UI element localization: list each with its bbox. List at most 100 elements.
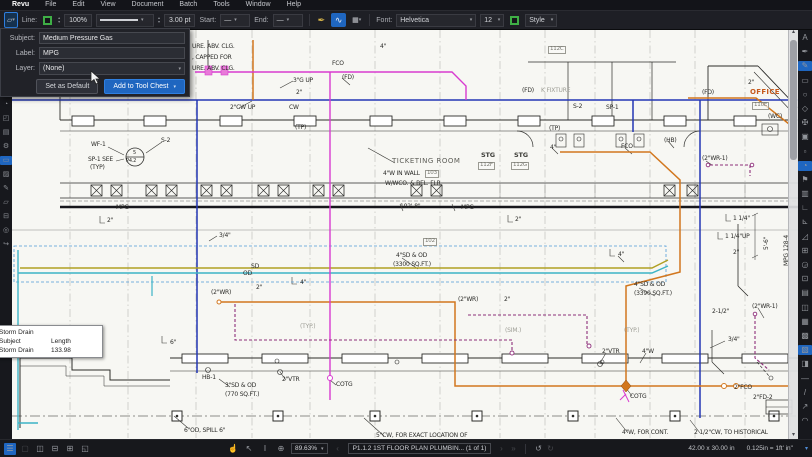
- markup-list-toggle-icon[interactable]: ☰: [4, 442, 16, 455]
- image-tool-icon[interactable]: ▣: [798, 132, 812, 142]
- menu-view[interactable]: View: [92, 0, 123, 10]
- print-icon[interactable]: ⊟: [0, 212, 12, 221]
- opacity-value[interactable]: 100%: [64, 13, 93, 27]
- previous-page-icon[interactable]: ‹: [332, 443, 344, 455]
- current-page-label[interactable]: P1.1.2 1ST FLOOR PLAN PLUMBIN... (1 of 1…: [347, 443, 492, 454]
- volume-tool-icon[interactable]: ▧: [798, 345, 812, 356]
- pen-tool-icon[interactable]: ✒: [798, 47, 812, 57]
- line-width-value[interactable]: 3.00 pt: [164, 13, 196, 27]
- search-icon[interactable]: ◎: [0, 226, 12, 235]
- add-to-tool-chest-button[interactable]: Add to Tool Chest ▾: [104, 79, 185, 94]
- bookmarks-icon[interactable]: ▤: [0, 128, 12, 137]
- markup-list-icon[interactable]: ▨: [0, 170, 12, 179]
- settings-icon[interactable]: ⚙: [0, 142, 12, 151]
- radius-tool-icon[interactable]: ▩: [798, 331, 812, 341]
- stamp-tool-icon[interactable]: ✠: [798, 118, 812, 128]
- subject-field[interactable]: [39, 32, 185, 44]
- drawing-annotation: MPG: [461, 204, 474, 211]
- side-by-side-view-icon[interactable]: ◫: [34, 443, 46, 455]
- active-markup-tool-button[interactable]: ▱ ▾: [4, 12, 18, 28]
- file-access-icon[interactable]: ◔: [0, 100, 12, 109]
- opacity-stepper[interactable]: ▴ ▾: [58, 16, 60, 24]
- split-horizontal-icon[interactable]: ⊟: [49, 443, 61, 455]
- font-color-button[interactable]: [508, 13, 521, 27]
- layer-label: Layer:: [15, 65, 35, 72]
- last-page-icon[interactable]: »: [507, 443, 519, 455]
- hatch-icon: ▦: [352, 17, 359, 24]
- diameter-tool-icon[interactable]: ▦: [798, 317, 812, 327]
- drawing-annotation: (3390 SQ.FT.): [634, 290, 672, 297]
- layer-dropdown[interactable]: (None) ▾: [39, 62, 185, 75]
- drawing-annotation: 102'-8": [400, 203, 421, 210]
- angle-tool-icon[interactable]: ⊾: [798, 217, 812, 227]
- drawing-vertical-scrollbar[interactable]: ▴ ▾: [788, 28, 798, 440]
- menu-help[interactable]: Help: [279, 0, 309, 10]
- ellipse-tool-icon[interactable]: ○: [798, 90, 812, 100]
- polygon-tool-icon[interactable]: ◇: [798, 104, 812, 114]
- line-end-dropdown[interactable]: — ▾: [272, 13, 303, 27]
- rectangle-tool-icon[interactable]: ▭: [798, 76, 812, 86]
- section-tool-icon[interactable]: ◨: [798, 359, 812, 369]
- links-icon[interactable]: ↪: [0, 240, 12, 249]
- menu-batch[interactable]: Batch: [171, 0, 205, 10]
- chevron-down-icon[interactable]: ▾: [805, 445, 808, 452]
- font-color-swatch: [510, 15, 520, 25]
- label-field[interactable]: [39, 47, 185, 59]
- menu-file[interactable]: File: [37, 0, 64, 10]
- drawing-annotation: (2"WR): [458, 296, 479, 303]
- scrollbar-thumb[interactable]: [790, 40, 797, 160]
- line-color-button[interactable]: [41, 13, 54, 27]
- previous-view-icon[interactable]: ↺: [532, 443, 544, 455]
- menu-edit[interactable]: Edit: [64, 0, 92, 10]
- single-page-view-icon[interactable]: ▢: [19, 443, 31, 455]
- font-dropdown[interactable]: Helvetica ▾: [396, 13, 477, 27]
- text-box-tool-icon[interactable]: A: [798, 33, 812, 43]
- signature-icon[interactable]: ✎: [0, 184, 12, 193]
- pen-appearance-button[interactable]: ✒: [316, 13, 328, 27]
- zoom-level-dropdown[interactable]: 89.63% ▾: [291, 443, 328, 454]
- arrow-tool-icon[interactable]: ↗: [798, 402, 812, 412]
- calibrate-tool-icon[interactable]: ∟: [798, 203, 812, 213]
- cutout-tool-icon[interactable]: ◶: [798, 260, 812, 270]
- curve-mode-button[interactable]: ∿: [331, 13, 347, 27]
- thumbnails-icon[interactable]: ◰: [0, 114, 12, 123]
- zoom-level-value: 89.63%: [295, 445, 318, 452]
- ruler-tool-icon[interactable]: ▥: [798, 189, 812, 199]
- tool-chest-icon[interactable]: ▱: [0, 198, 12, 207]
- font-size-dropdown[interactable]: 12 ▾: [480, 13, 505, 27]
- polyline-tool-icon[interactable]: /: [798, 388, 812, 398]
- style-dropdown[interactable]: Style ▾: [525, 13, 558, 27]
- menu-tools[interactable]: Tools: [205, 0, 237, 10]
- revu-application-window: Revu File Edit View Document Batch Tools Window…: [0, 0, 812, 457]
- arc-tool-icon[interactable]: ◠: [798, 416, 812, 426]
- right-tool-tabs: A ✒ ✎ ▭ ○ ◇ ✠ ▣ ▫ ◔ ⚑ ▥ ∟ ⊾ ◿ ⊞ ◶ ⊡ ▤ ◫ ▦ ▩ ▧ ◨ — / ↗ ◠: [798, 28, 812, 440]
- next-page-icon[interactable]: ›: [495, 443, 507, 455]
- slope-tool-icon[interactable]: ◿: [798, 232, 812, 242]
- count-tool-icon[interactable]: ⊡: [798, 274, 812, 284]
- flag-tool-icon[interactable]: ⚑: [798, 175, 812, 185]
- detach-view-icon[interactable]: ◱: [79, 443, 91, 455]
- split-vertical-icon[interactable]: ⊞: [64, 443, 76, 455]
- pan-tool-icon[interactable]: ☝: [227, 443, 239, 455]
- start-label: Start:: [199, 16, 217, 24]
- line-width-stepper[interactable]: ▴ ▾: [158, 16, 160, 24]
- highlight-tool-icon[interactable]: ✎: [798, 61, 812, 72]
- snapshot-tool-icon[interactable]: ▫: [798, 147, 812, 157]
- select-text-tool-icon[interactable]: I: [259, 443, 271, 455]
- dynamic-fill-tool-icon[interactable]: ◔: [798, 160, 812, 171]
- menu-document[interactable]: Document: [124, 0, 172, 10]
- line-style-dropdown[interactable]: ▾: [96, 13, 155, 27]
- area-tool-icon[interactable]: ⊞: [798, 246, 812, 256]
- properties-icon[interactable]: ▭: [0, 156, 12, 165]
- zoom-tool-icon[interactable]: ⊕: [275, 443, 287, 455]
- menu-window[interactable]: Window: [238, 0, 279, 10]
- menu-revu[interactable]: Revu: [4, 0, 37, 10]
- polylength-tool-icon[interactable]: ◫: [798, 303, 812, 313]
- select-tool-icon[interactable]: ↖: [243, 443, 255, 455]
- line-start-dropdown[interactable]: — ▾: [220, 13, 251, 27]
- next-view-icon[interactable]: ↻: [544, 443, 556, 455]
- drawing-annotation: OFFICE: [750, 88, 780, 96]
- length-tool-icon[interactable]: ▤: [798, 288, 812, 298]
- hatch-pattern-button[interactable]: ▦ ▾: [350, 13, 363, 27]
- line-tool-icon[interactable]: —: [798, 374, 812, 384]
